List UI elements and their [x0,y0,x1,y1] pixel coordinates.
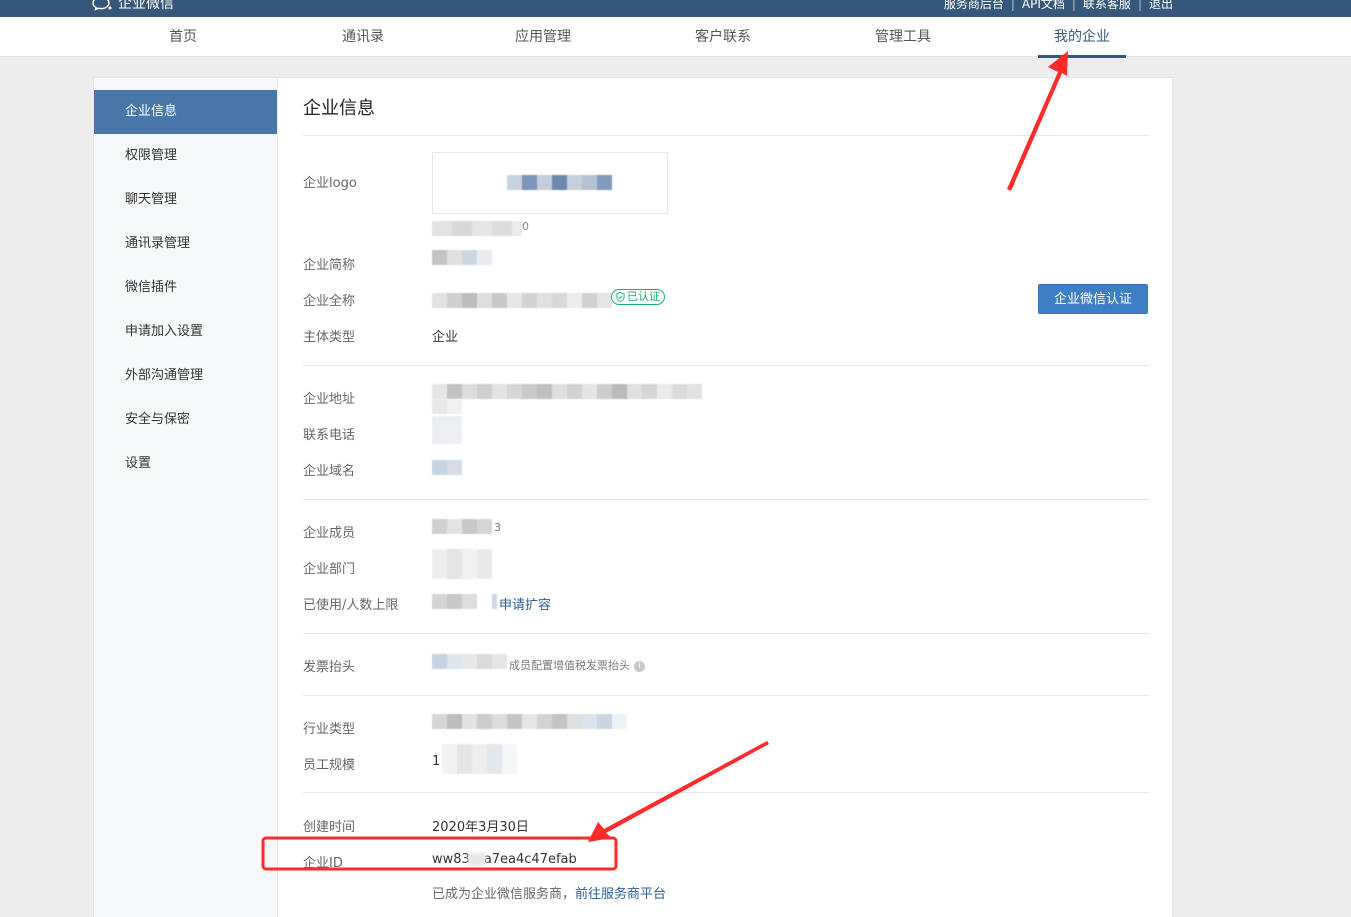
address-redacted-line2 [432,399,462,414]
top-link-logout[interactable]: 退出 [1149,0,1173,12]
created-value: 2020年3月30日 [432,820,529,835]
top-link-separator: | [1010,0,1015,11]
invoice-hint: 成员配置增值税发票抬头 i [509,657,645,673]
industry-redacted [432,714,627,729]
wecom-logo-icon [92,0,112,11]
sidebar-item-wechat-plugin[interactable]: 微信插件 [94,266,277,310]
label-used-limit: 已使用/人数上限 [303,598,399,613]
label-full-name: 企业全称 [303,294,356,309]
sidebar-item-enterprise-info[interactable]: 企业信息 [94,90,277,134]
page-title: 企业信息 [303,98,375,119]
provider-note: 已成为企业微信服务商，前往服务商平台 [432,883,666,902]
enterprise-logo[interactable] [432,152,668,214]
info-icon[interactable]: i [634,660,645,672]
top-link-separator: | [1137,0,1142,11]
verified-badge: 已认证 [611,289,665,305]
corp-id-redacted [467,853,486,866]
wecom-verify-button[interactable]: 企业微信认证 [1038,284,1148,314]
members-redacted [432,519,492,534]
divider [303,135,1149,136]
provider-note-text: 已成为企业微信服务商， [432,887,576,902]
label-entity-type: 主体类型 [303,330,356,345]
divider [303,695,1149,696]
phone-redacted [432,416,462,444]
domain-redacted [432,460,462,475]
top-link-api-docs[interactable]: API文档 [1022,0,1065,12]
full-name-redacted [432,293,612,308]
sidebar-item-external-communication[interactable]: 外部沟通管理 [94,354,277,398]
sidebar-item-contacts-management[interactable]: 通讯录管理 [94,222,277,266]
top-bar: 企业微信 服务商后台 | API文档 | 联系客服 | 退出 [0,0,1351,17]
departments-redacted [432,549,492,579]
sidebar-item-security[interactable]: 安全与保密 [94,398,277,442]
entity-type-value: 企业 [432,330,459,345]
nav-app-management[interactable]: 应用管理 [498,17,588,57]
scale-redacted [442,744,517,774]
top-link-provider-admin[interactable]: 服务商后台 [944,0,1004,12]
label-scale: 员工规模 [303,758,356,773]
nav-home[interactable]: 首页 [138,17,228,57]
logo-redacted [507,175,612,190]
label-members: 企业成员 [303,526,356,541]
label-created: 创建时间 [303,820,356,835]
nav-my-enterprise[interactable]: 我的企业 [1038,17,1126,58]
top-link-separator: | [1071,0,1076,11]
sidebar-item-chat-management[interactable]: 聊天管理 [94,178,277,222]
label-domain: 企业域名 [303,464,356,479]
label-invoice: 发票抬头 [303,660,356,675]
corp-id-tail: a7ea4c47efab [483,852,577,867]
label-address: 企业地址 [303,392,356,407]
label-industry: 行业类型 [303,722,356,737]
address-redacted [432,384,702,399]
brand-name: 企业微信 [118,0,174,12]
corp-id-head: ww83 [432,852,470,867]
members-tail: 3 [494,521,501,534]
logo-caption-redacted [432,221,522,236]
enterprise-card: 企业信息 权限管理 聊天管理 通讯录管理 微信插件 申请加入设置 外部沟通管理 … [93,77,1173,917]
scale-prefix: 1 [432,754,441,769]
sidebar: 企业信息 权限管理 聊天管理 通讯录管理 微信插件 申请加入设置 外部沟通管理 … [94,78,278,917]
label-departments: 企业部门 [303,562,356,577]
label-logo: 企业logo [303,176,357,191]
sidebar-item-permissions[interactable]: 权限管理 [94,134,277,178]
brand[interactable]: 企业微信 [92,0,174,12]
verified-badge-text: 已认证 [627,290,660,303]
used-limit-redacted [432,594,497,609]
label-corp-id: 企业ID [303,856,343,871]
apply-expand-link[interactable]: 申请扩容 [499,594,551,613]
top-link-contact-support[interactable]: 联系客服 [1083,0,1131,12]
logo-caption-tail: 0 [522,220,529,233]
sidebar-item-settings[interactable]: 设置 [94,442,277,486]
shield-check-icon [616,292,625,302]
top-links: 服务商后台 | API文档 | 联系客服 | 退出 [944,0,1173,12]
label-phone: 联系电话 [303,428,356,443]
invoice-redacted [432,654,507,669]
divider [303,499,1149,500]
divider [303,365,1149,366]
short-name-redacted [432,250,492,265]
label-short-name: 企业简称 [303,258,356,273]
divider [303,792,1149,793]
sidebar-item-join-settings[interactable]: 申请加入设置 [94,310,277,354]
invoice-hint-text: 成员配置增值税发票抬头 [509,659,630,672]
provider-platform-link[interactable]: 前往服务商平台 [575,887,666,902]
corp-id-value: ww83 a7ea4c47efab [432,852,577,867]
nav-contacts[interactable]: 通讯录 [318,17,408,57]
nav-management-tools[interactable]: 管理工具 [858,17,948,57]
main-nav: 首页 通讯录 应用管理 客户联系 管理工具 我的企业 [0,17,1351,58]
nav-customer-contact[interactable]: 客户联系 [678,17,768,57]
divider [303,633,1149,634]
